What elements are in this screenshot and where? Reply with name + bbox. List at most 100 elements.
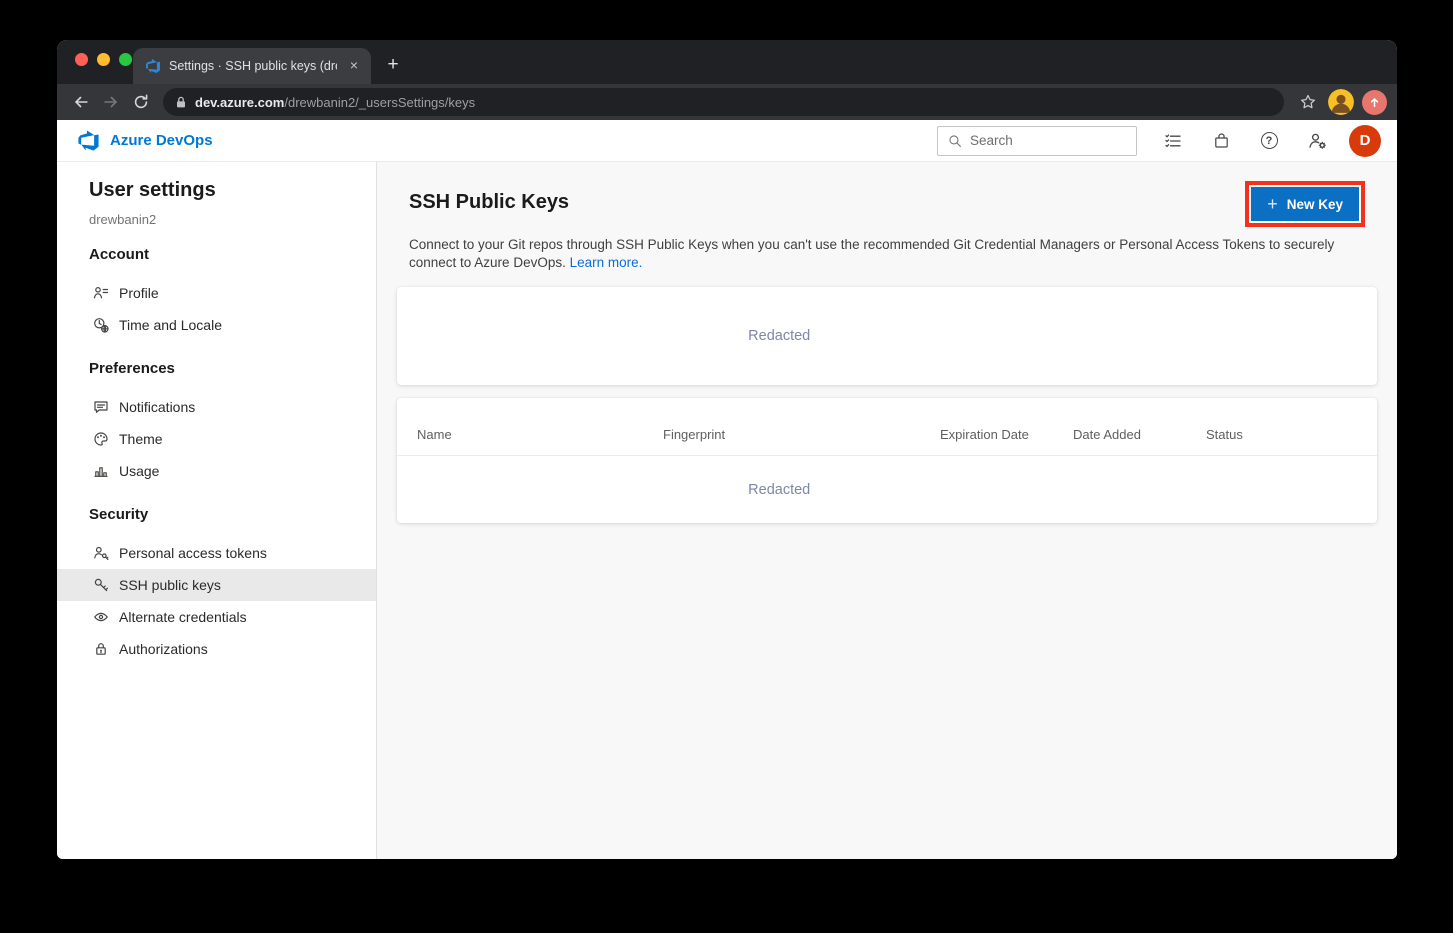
person-key-icon <box>93 545 109 561</box>
help-icon: ? <box>1261 132 1278 149</box>
forward-arrow-icon <box>102 93 120 111</box>
profile-icon <box>93 285 109 301</box>
reload-button[interactable] <box>127 88 155 116</box>
page-title: SSH Public Keys <box>409 191 569 214</box>
column-header-status: Status <box>1206 427 1377 442</box>
url-domain: dev.azure.com <box>195 95 284 110</box>
sidebar-item-profile[interactable]: Profile <box>57 277 376 309</box>
forward-button[interactable] <box>97 88 125 116</box>
search-icon <box>948 134 962 148</box>
tab-title: Settings · SSH public keys (dre <box>169 59 337 73</box>
redacted-text: Redacted <box>397 482 1161 498</box>
table-row: Redacted <box>397 456 1377 523</box>
azure-devops-favicon <box>145 58 161 74</box>
settings-sidebar: User settings drewbanin2 Account Profile <box>57 162 377 859</box>
zoom-window-button[interactable] <box>119 53 132 66</box>
sidebar-title: User settings <box>89 178 376 202</box>
sidebar-item-personal-access-tokens[interactable]: Personal access tokens <box>57 537 376 569</box>
home-link[interactable]: Azure DevOps <box>77 129 213 152</box>
azure-devops-app: Azure DevOps <box>57 120 1397 859</box>
column-header-name: Name <box>417 427 663 442</box>
avatar-initial: D <box>1360 132 1371 149</box>
section-items-security: Personal access tokens SSH public keys A… <box>57 537 376 665</box>
page-description: Connect to your Git repos through SSH Pu… <box>409 236 1354 271</box>
main-content: SSH Public Keys + New Key Connect to you… <box>377 162 1397 859</box>
column-header-fingerprint: Fingerprint <box>663 427 940 442</box>
new-tab-button[interactable]: + <box>379 51 407 79</box>
header-icon-group: ? <box>1149 121 1341 161</box>
new-key-button[interactable]: + New Key <box>1251 187 1359 221</box>
sidebar-item-label: Profile <box>119 285 159 301</box>
redacted-card: Redacted <box>397 287 1377 385</box>
search-box[interactable] <box>937 126 1137 156</box>
work-items-button[interactable] <box>1149 121 1197 161</box>
chrome-profile-avatar[interactable] <box>1328 89 1354 115</box>
section-label-security: Security <box>89 505 376 525</box>
sidebar-item-label: Notifications <box>119 399 195 415</box>
column-header-expiration-date: Expiration Date <box>940 427 1073 442</box>
sidebar-item-label: Alternate credentials <box>119 609 247 625</box>
bookmark-button[interactable] <box>1294 88 1322 116</box>
column-header-date-added: Date Added <box>1073 427 1206 442</box>
back-button[interactable] <box>67 88 95 116</box>
plus-icon: + <box>387 54 398 76</box>
sidebar-item-label: Authorizations <box>119 641 208 657</box>
browser-tab[interactable]: Settings · SSH public keys (dre × <box>133 48 371 84</box>
redacted-text: Redacted <box>397 328 1161 344</box>
traffic-lights <box>75 53 132 66</box>
search-input[interactable] <box>970 133 1126 148</box>
section-items-preferences: Notifications Theme Usage <box>57 391 376 487</box>
lock-shield-icon <box>93 641 109 657</box>
sidebar-item-theme[interactable]: Theme <box>57 423 376 455</box>
section-label-account: Account <box>89 245 376 265</box>
minimize-window-button[interactable] <box>97 53 110 66</box>
keys-table-card: Name Fingerprint Expiration Date Date Ad… <box>397 398 1377 523</box>
app-body: User settings drewbanin2 Account Profile <box>57 162 1397 859</box>
sidebar-item-alternate-credentials[interactable]: Alternate credentials <box>57 601 376 633</box>
app-header: Azure DevOps <box>57 120 1397 162</box>
plus-icon: + <box>1267 195 1278 213</box>
close-window-button[interactable] <box>75 53 88 66</box>
up-arrow-icon <box>1368 96 1381 109</box>
sidebar-item-notifications[interactable]: Notifications <box>57 391 376 423</box>
ssh-key-icon <box>93 577 109 593</box>
sidebar-item-label: Theme <box>119 431 163 447</box>
product-name: Azure DevOps <box>110 132 213 149</box>
time-locale-icon <box>93 317 109 333</box>
chrome-update-button[interactable] <box>1362 90 1387 115</box>
reload-icon <box>132 93 150 111</box>
sidebar-item-time-and-locale[interactable]: Time and Locale <box>57 309 376 341</box>
marketplace-button[interactable] <box>1197 121 1245 161</box>
url-path: /drewbanin2/_usersSettings/keys <box>284 95 475 110</box>
sidebar-item-authorizations[interactable]: Authorizations <box>57 633 376 665</box>
sidebar-username: drewbanin2 <box>89 212 376 227</box>
browser-window: Settings · SSH public keys (dre × + <box>57 40 1397 859</box>
sidebar-item-label: Time and Locale <box>119 317 222 333</box>
account-avatar[interactable]: D <box>1349 125 1381 157</box>
user-gear-icon <box>1307 131 1328 151</box>
sidebar-item-usage[interactable]: Usage <box>57 455 376 487</box>
back-arrow-icon <box>72 93 90 111</box>
tab-strip: Settings · SSH public keys (dre × + <box>57 40 1397 84</box>
sidebar-item-label: SSH public keys <box>119 577 221 593</box>
browser-toolbar: dev.azure.com/drewbanin2/_usersSettings/… <box>57 84 1397 120</box>
sidebar-item-ssh-public-keys[interactable]: SSH public keys <box>57 569 376 601</box>
annotation-highlight-box: + New Key <box>1245 181 1365 227</box>
learn-more-link[interactable]: Learn more. <box>570 255 643 270</box>
section-label-preferences: Preferences <box>89 359 376 379</box>
azure-devops-logo-icon <box>77 129 100 152</box>
lock-icon <box>175 96 187 109</box>
table-header-row: Name Fingerprint Expiration Date Date Ad… <box>397 398 1377 456</box>
help-button[interactable]: ? <box>1245 121 1293 161</box>
tab-close-icon[interactable]: × <box>345 57 363 75</box>
sidebar-item-label: Personal access tokens <box>119 545 267 561</box>
sidebar-item-label: Usage <box>119 463 159 479</box>
usage-icon <box>93 463 109 479</box>
eye-icon <box>93 609 109 625</box>
user-settings-button[interactable] <box>1293 121 1341 161</box>
notifications-icon <box>93 399 109 415</box>
url-bar[interactable]: dev.azure.com/drewbanin2/_usersSettings/… <box>163 88 1284 116</box>
new-key-button-label: New Key <box>1287 197 1343 212</box>
main-header: SSH Public Keys + New Key <box>377 162 1397 227</box>
shopping-bag-icon <box>1212 131 1231 151</box>
